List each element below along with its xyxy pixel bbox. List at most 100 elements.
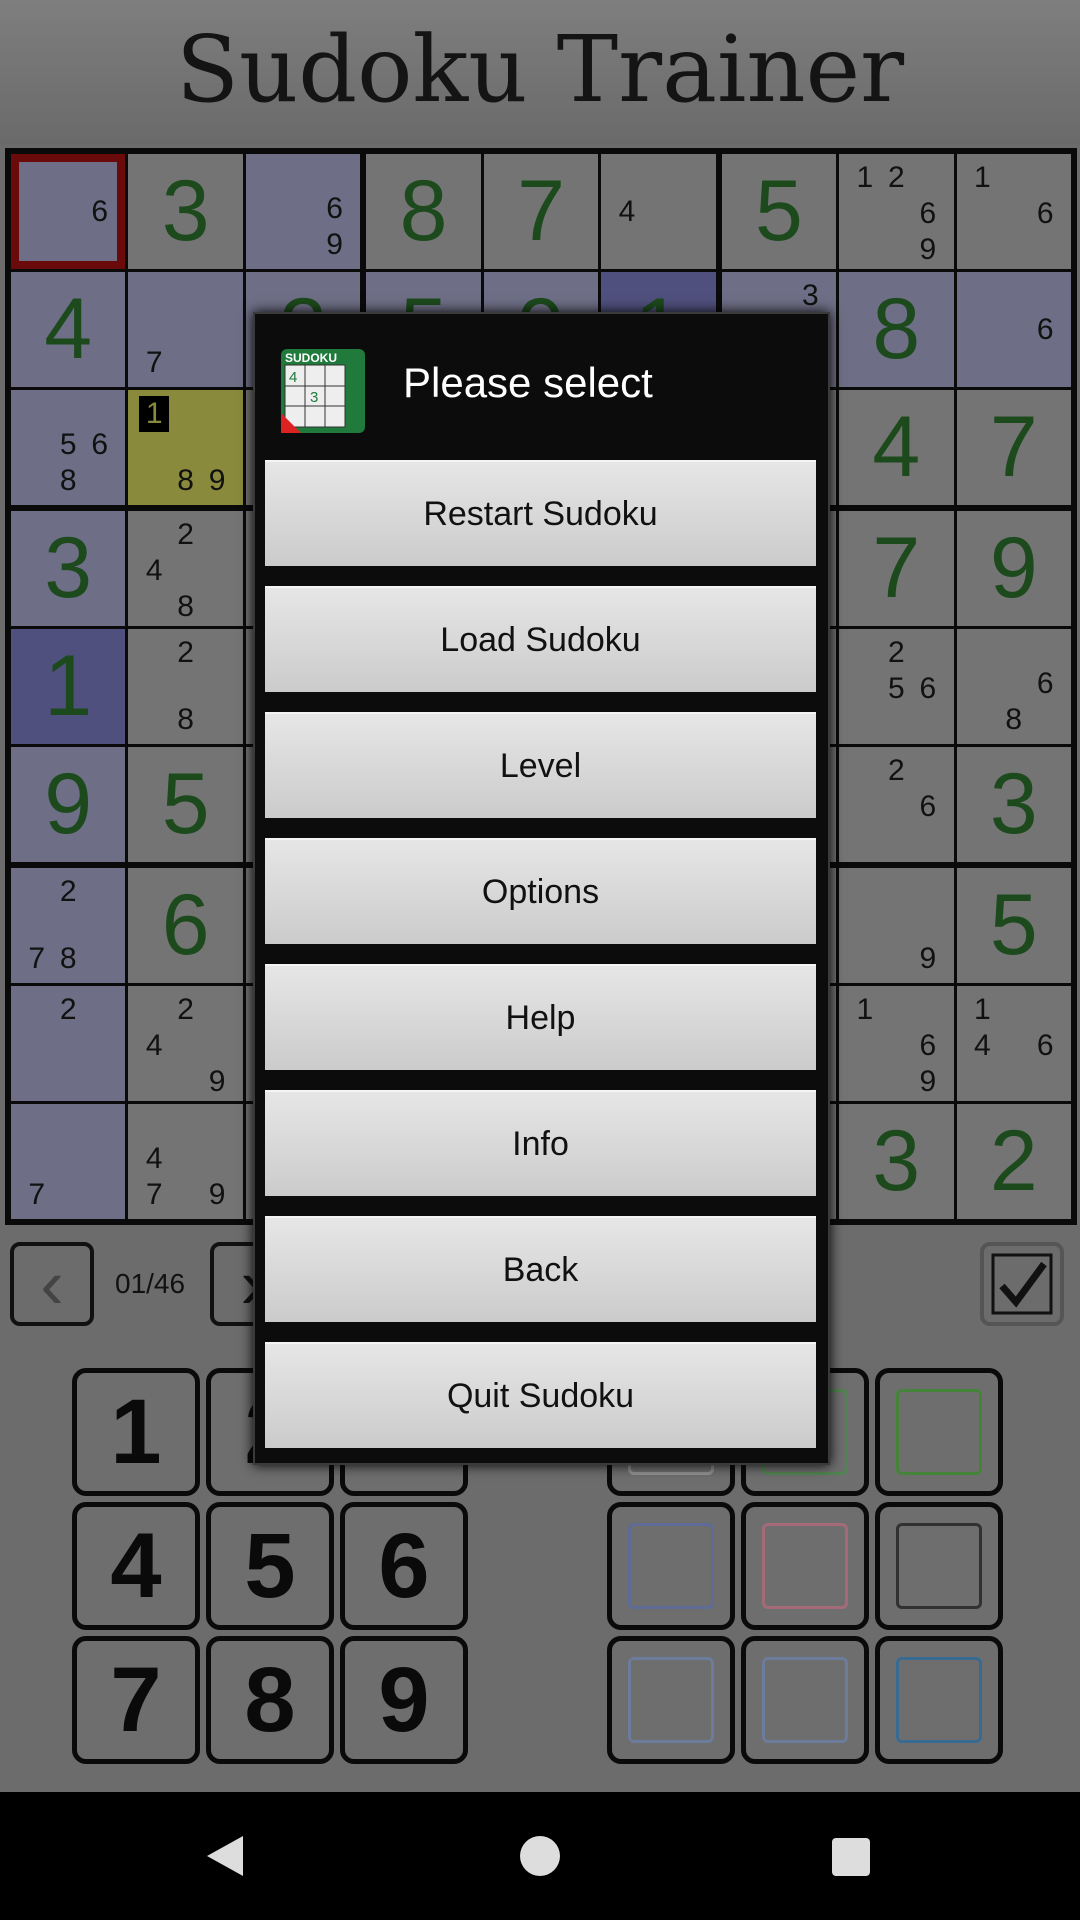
grid-cell[interactable]: 1269 <box>839 154 954 269</box>
grid-cell[interactable]: 1 <box>11 629 126 744</box>
grid-cell[interactable]: 8 <box>366 154 481 269</box>
grid-cell[interactable]: 7 <box>483 154 599 269</box>
grid-cell[interactable]: 28 <box>128 629 243 744</box>
candidate: 6 <box>1036 667 1054 700</box>
cell-value: 1 <box>44 638 93 734</box>
cell-candidates: 189 <box>138 396 232 499</box>
cell-candidates: 6 <box>967 278 1061 381</box>
grid-cell[interactable]: 5 <box>956 868 1071 983</box>
cell-value: 9 <box>44 756 93 852</box>
grid-cell[interactable]: 7 <box>11 1104 126 1219</box>
grid-cell[interactable]: 4 <box>839 390 954 505</box>
home-icon[interactable] <box>520 1836 560 1876</box>
grid-cell[interactable]: 3 <box>128 154 243 269</box>
candidate: 2 <box>887 754 905 787</box>
quit-sudoku-button[interactable]: Quit Sudoku <box>265 1342 816 1448</box>
key-8[interactable]: 8 <box>206 1636 334 1764</box>
grid-cell[interactable]: 24 9 <box>128 986 243 1101</box>
candidate: 4 <box>618 194 636 228</box>
svg-text:3: 3 <box>310 389 318 406</box>
candidate: 8 <box>59 942 77 975</box>
grid-cell[interactable]: 3 <box>839 1104 954 1219</box>
undo-button[interactable] <box>607 1636 735 1764</box>
back-button[interactable]: Back <box>265 1216 816 1322</box>
grid-cell[interactable]: 26 <box>839 747 954 862</box>
load-list-button[interactable] <box>875 1636 1003 1764</box>
checkbox-check-icon <box>991 1253 1053 1315</box>
grid-cell[interactable]: 6 <box>956 272 1071 387</box>
grid-button[interactable] <box>875 1502 1003 1630</box>
grid-cell[interactable]: 189 <box>128 390 243 505</box>
grid-cell[interactable]: 68 <box>956 629 1071 744</box>
check-button[interactable] <box>980 1242 1064 1326</box>
grid-cell[interactable]: 9 <box>11 747 126 862</box>
cell-value: 3 <box>989 756 1038 852</box>
candidate: 9 <box>208 1065 226 1098</box>
level-button[interactable]: Level <box>265 712 816 818</box>
candidate: 5 <box>887 672 905 705</box>
candidate: 9 <box>208 1178 226 1211</box>
info-button[interactable]: Info <box>265 1090 816 1196</box>
grid-cell[interactable]: 3 <box>11 511 126 626</box>
cell-value: 3 <box>161 163 210 259</box>
cell-value: 6 <box>161 877 210 973</box>
grid-cell[interactable]: 1 69 <box>839 986 954 1101</box>
candidate: 6 <box>919 1029 937 1062</box>
grid-cell[interactable]: 16 <box>956 154 1071 269</box>
grid-cell[interactable]: 4 <box>11 272 126 387</box>
cell-candidates: 26 <box>849 753 943 856</box>
cell-value: 7 <box>872 520 921 616</box>
key-7[interactable]: 7 <box>72 1636 200 1764</box>
grid-cell[interactable]: 6 <box>11 154 126 269</box>
candidate: 8 <box>177 590 194 623</box>
grid-cell[interactable]: 2 78 <box>11 868 126 983</box>
key-1[interactable]: 1 <box>72 1368 200 1496</box>
grid-cell[interactable]: 256 <box>839 629 954 744</box>
app-logo: 43 SUDOKU <box>281 349 365 433</box>
grid-cell[interactable]: 5 <box>721 154 837 269</box>
grid-cell[interactable]: 47 9 <box>128 1104 243 1219</box>
grid-cell[interactable]: 9 <box>839 868 954 983</box>
key-9[interactable]: 9 <box>340 1636 468 1764</box>
cell-candidates: 2 78 <box>21 874 115 977</box>
grid-cell[interactable]: 7 <box>839 511 954 626</box>
pencil-button[interactable] <box>607 1502 735 1630</box>
grid-cell[interactable]: 4 <box>601 154 716 269</box>
cell-candidates: 2 <box>21 992 115 1095</box>
grid-cell[interactable]: 7 <box>128 272 243 387</box>
eraser-button[interactable] <box>741 1502 869 1630</box>
prev-puzzle-button[interactable]: ‹ <box>10 1242 94 1326</box>
grid-cell[interactable]: 8 <box>839 272 954 387</box>
sudoku-logo-icon: 43 SUDOKU <box>281 351 346 433</box>
recents-icon[interactable] <box>832 1838 870 1876</box>
grid-cell[interactable]: 2 <box>956 1104 1071 1219</box>
solution-check-button[interactable] <box>875 1368 1003 1496</box>
key-5[interactable]: 5 <box>206 1502 334 1630</box>
load-sudoku-button[interactable]: Load Sudoku <box>265 586 816 692</box>
grid-cell[interactable]: 9 <box>956 511 1071 626</box>
candidate: 8 <box>177 464 194 497</box>
key-6[interactable]: 6 <box>340 1502 468 1630</box>
candidate: 6 <box>919 790 937 823</box>
grid-cell[interactable]: 7 <box>956 390 1071 505</box>
grid-cell[interactable]: 3 <box>956 747 1071 862</box>
candidate: 4 <box>973 1029 991 1062</box>
eraser-icon <box>762 1523 848 1609</box>
cell-candidates: 248 <box>138 517 232 623</box>
cell-value: 8 <box>872 281 921 377</box>
key-4[interactable]: 4 <box>72 1502 200 1630</box>
grid-cell[interactable]: 69 <box>245 154 361 269</box>
grid-cell[interactable]: 568 <box>11 390 126 505</box>
grid-cell[interactable]: 14 6 <box>956 986 1071 1101</box>
options-button[interactable]: Options <box>265 838 816 944</box>
grid-cell[interactable]: 5 <box>128 747 243 862</box>
candidate: 9 <box>326 228 343 261</box>
grid-cell[interactable]: 2 <box>11 986 126 1101</box>
back-icon[interactable] <box>205 1834 245 1878</box>
restart-sudoku-button[interactable]: Restart Sudoku <box>265 460 816 566</box>
help-button[interactable]: Help <box>265 964 816 1070</box>
cell-candidates: 6 <box>21 160 115 263</box>
grid-cell[interactable]: 6 <box>128 868 243 983</box>
redo-button[interactable] <box>741 1636 869 1764</box>
grid-cell[interactable]: 248 <box>128 511 243 626</box>
